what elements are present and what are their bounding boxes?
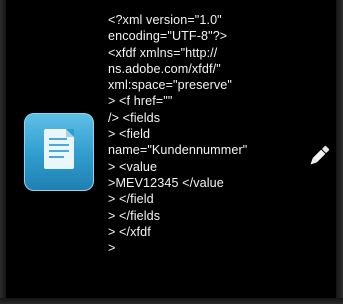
code-line: > <value xyxy=(108,159,158,174)
screen: <?xml version="1.0" encoding="UTF-8"?> <xf… xyxy=(6,0,336,298)
code-line: > </field xyxy=(108,192,154,207)
document-icon[interactable] xyxy=(24,113,94,191)
text-line xyxy=(49,144,69,146)
code-line: xml:space="preserve" xyxy=(108,78,232,93)
bezel-right xyxy=(336,0,343,304)
code-line: <?xml version="1.0" xyxy=(108,13,222,27)
code-line: >MEV12345 </value xyxy=(108,175,224,190)
code-line: <xfdf xmlns="http:// xyxy=(108,45,218,60)
page-fold xyxy=(66,129,74,137)
code-line: name="Kundennummer" xyxy=(108,143,248,158)
code-line: > xyxy=(108,241,116,256)
device-frame: <?xml version="1.0" encoding="UTF-8"?> <xf… xyxy=(0,0,343,304)
code-line: ns.adobe.com/xfdf/" xyxy=(108,61,221,76)
code-line: > </xfdf xyxy=(108,224,151,239)
code-line: > <field xyxy=(108,127,151,142)
code-line: > </fields xyxy=(108,208,161,223)
text-line xyxy=(49,156,64,158)
text-line xyxy=(49,150,69,152)
text-line xyxy=(49,138,67,140)
pencil-icon[interactable] xyxy=(306,143,332,169)
code-line: encoding="UTF-8"?> xyxy=(108,29,228,44)
code-line: > <f href="" xyxy=(108,94,173,109)
bezel-bottom xyxy=(0,298,343,304)
xml-code-block: <?xml version="1.0" encoding="UTF-8"?> <xf… xyxy=(108,12,247,256)
code-line: /> <fields xyxy=(108,110,161,125)
document-sheet xyxy=(44,129,74,169)
